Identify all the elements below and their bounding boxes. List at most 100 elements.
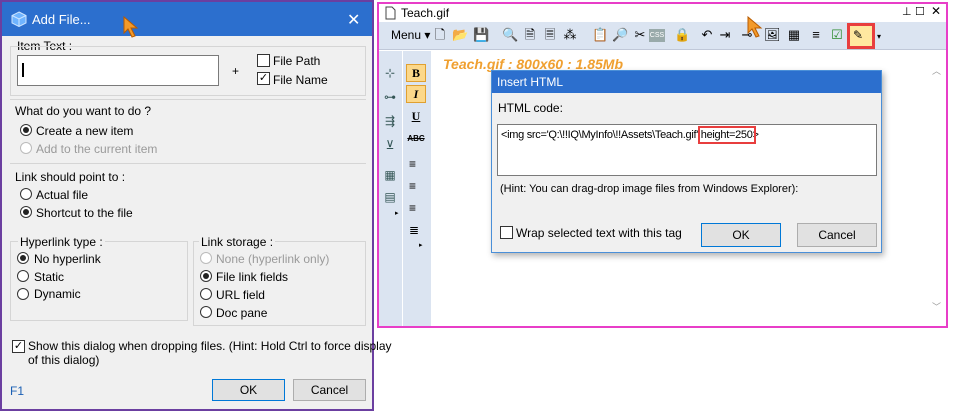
static-radio[interactable] [17,270,29,282]
italic-label: I [413,87,419,101]
show-dialog-checkbox[interactable]: ✓ [12,340,25,353]
add-current-radio[interactable] [20,142,32,154]
doc-pane-radio[interactable] [200,306,212,318]
create-new-label: Create a new item [36,124,134,138]
grid-icon[interactable]: ▦ [381,167,399,183]
dynamic-label: Dynamic [34,287,81,301]
wrap-checkbox[interactable] [500,226,513,239]
bold-button[interactable]: B [406,64,426,82]
file-name-checkbox[interactable]: ✓ [257,72,270,85]
ok-button[interactable]: OK [701,223,781,247]
code-prefix: <img src='Q:\!!IQ\MyInfo\!!Assets\Teach.… [501,129,701,141]
title-bar: Insert HTML [492,71,881,93]
scissors-icon[interactable]: ✂ [632,27,648,43]
menu-button[interactable]: Menu ▾ [391,28,430,42]
css-icon[interactable]: CSS [649,29,665,42]
show-dialog-label: Show this dialog when dropping files. (H… [28,339,392,353]
dynamic-radio[interactable] [17,288,29,300]
url-field-label: URL field [216,288,265,302]
no-hyperlink-radio[interactable] [17,252,29,264]
cancel-button[interactable]: Cancel [293,379,366,401]
insert-html-button[interactable]: ✎ [847,23,875,49]
strikethrough-button[interactable]: ABC [405,131,427,147]
align-right-icon[interactable]: ≡ [409,201,416,215]
indent-icon[interactable]: ⇶ [381,113,399,129]
clipboard-icon[interactable]: 📋 [592,27,608,43]
print-preview-icon[interactable]: 🔍 [502,27,518,43]
show-dialog-label-line2: of this dialog) [28,353,100,367]
checkbox-icon[interactable]: ☑ [829,27,845,43]
scroll-down-icon[interactable]: ﹀ [932,300,941,313]
what-label: What do you want to do ? [15,104,152,118]
redo-icon[interactable]: ⇥ [717,27,733,43]
ok-button[interactable]: OK [212,379,285,401]
window-header: Teach.gif ⊥ ☐ ✕ [379,4,946,22]
undo-icon[interactable]: ↶ [699,27,715,43]
outline-toolbar: ⊹ ⊶ ⇶ ⊻ ▦ ▤ ▸ [379,51,402,326]
code-highlight: height=250 [697,126,756,144]
create-new-radio[interactable] [20,124,32,136]
shortcut-label: Shortcut to the file [36,206,133,220]
italic-button[interactable]: I [406,85,426,103]
menu-label: Menu [391,28,422,42]
table-icon[interactable]: ▦ [786,27,802,43]
underline-button[interactable]: U [406,108,426,126]
document-icon [385,6,396,23]
wrap-label: Wrap selected text with this tag [516,226,682,240]
static-label: Static [34,270,65,284]
code-suffix: > [752,129,759,141]
underline-label: U [411,109,421,123]
tree-icon[interactable]: ⊶ [381,89,399,105]
html-code-input[interactable]: <img src='Q:\!!IQ\MyInfo\!!Assets\Teach.… [497,124,877,176]
format-toolbar: B I U ABC ≡ ≡ ≡ ≣ ▸ [403,51,431,326]
horizontal-rule-icon[interactable]: ≡ [808,27,824,43]
outline-icon[interactable]: ⊹ [381,65,399,81]
file-path-checkbox[interactable] [257,54,270,67]
align-center-icon[interactable]: ≡ [409,179,416,193]
maximize-icon[interactable]: ☐ [915,5,925,18]
align-left-icon[interactable]: ≡ [409,157,416,171]
item-text-input[interactable] [17,55,219,86]
html-edit-icon: ✎ [853,28,864,42]
plus-sign: + [232,64,240,78]
lock-icon[interactable]: 🔒 [674,27,690,43]
actual-file-radio[interactable] [20,188,32,200]
hierarchy-icon[interactable]: ⊻ [381,137,399,153]
close-icon[interactable]: ✕ [347,10,360,30]
none-hyperlink-radio[interactable] [200,252,212,264]
divider [10,163,366,164]
text-caret [22,63,24,77]
link-icon[interactable]: ⊸ [739,27,755,43]
zoom-icon[interactable]: 🔎 [612,27,628,43]
file-name-label: File Name [273,73,328,87]
hint-text: (Hint: You can drag-drop image files fro… [500,183,799,195]
app-cube-icon [11,11,27,28]
find-icon[interactable]: 🗎 [522,27,538,43]
page-icon[interactable]: 🗏 [542,27,558,43]
layout-icon[interactable]: ▤ [381,189,399,205]
no-hyperlink-label: No hyperlink [34,252,101,266]
file-path-label: File Path [273,54,321,68]
file-link-fields-radio[interactable] [200,270,212,282]
scroll-up-icon[interactable]: ︿ [932,64,941,77]
spell-icon[interactable]: ⁂ [562,27,578,43]
cancel-button[interactable]: Cancel [797,223,877,247]
none-hyperlink-label: None (hyperlink only) [216,252,330,266]
url-field-radio[interactable] [200,288,212,300]
bold-label: B [411,66,420,80]
new-document-icon[interactable]: 🗋 [432,27,448,43]
close-icon[interactable]: ✕ [931,4,941,18]
title-bar: Add File... ✕ [2,2,372,38]
dropdown-arrow-icon[interactable]: ▾ [877,32,881,41]
vertical-scrollbar[interactable]: ︿ ﹀ [930,64,944,320]
divider [10,99,366,100]
window-title: Teach.gif [401,6,450,20]
more-arrow-icon[interactable]: ▸ [419,241,423,249]
pin-icon[interactable]: ⊥ [902,5,912,18]
open-folder-icon[interactable]: 📂 [452,27,468,43]
image-icon[interactable]: 🖼 [764,27,781,43]
shortcut-radio[interactable] [20,206,32,218]
justify-icon[interactable]: ≣ [409,223,419,237]
save-icon[interactable]: 💾 [473,27,489,43]
more-arrow-icon[interactable]: ▸ [395,209,399,217]
